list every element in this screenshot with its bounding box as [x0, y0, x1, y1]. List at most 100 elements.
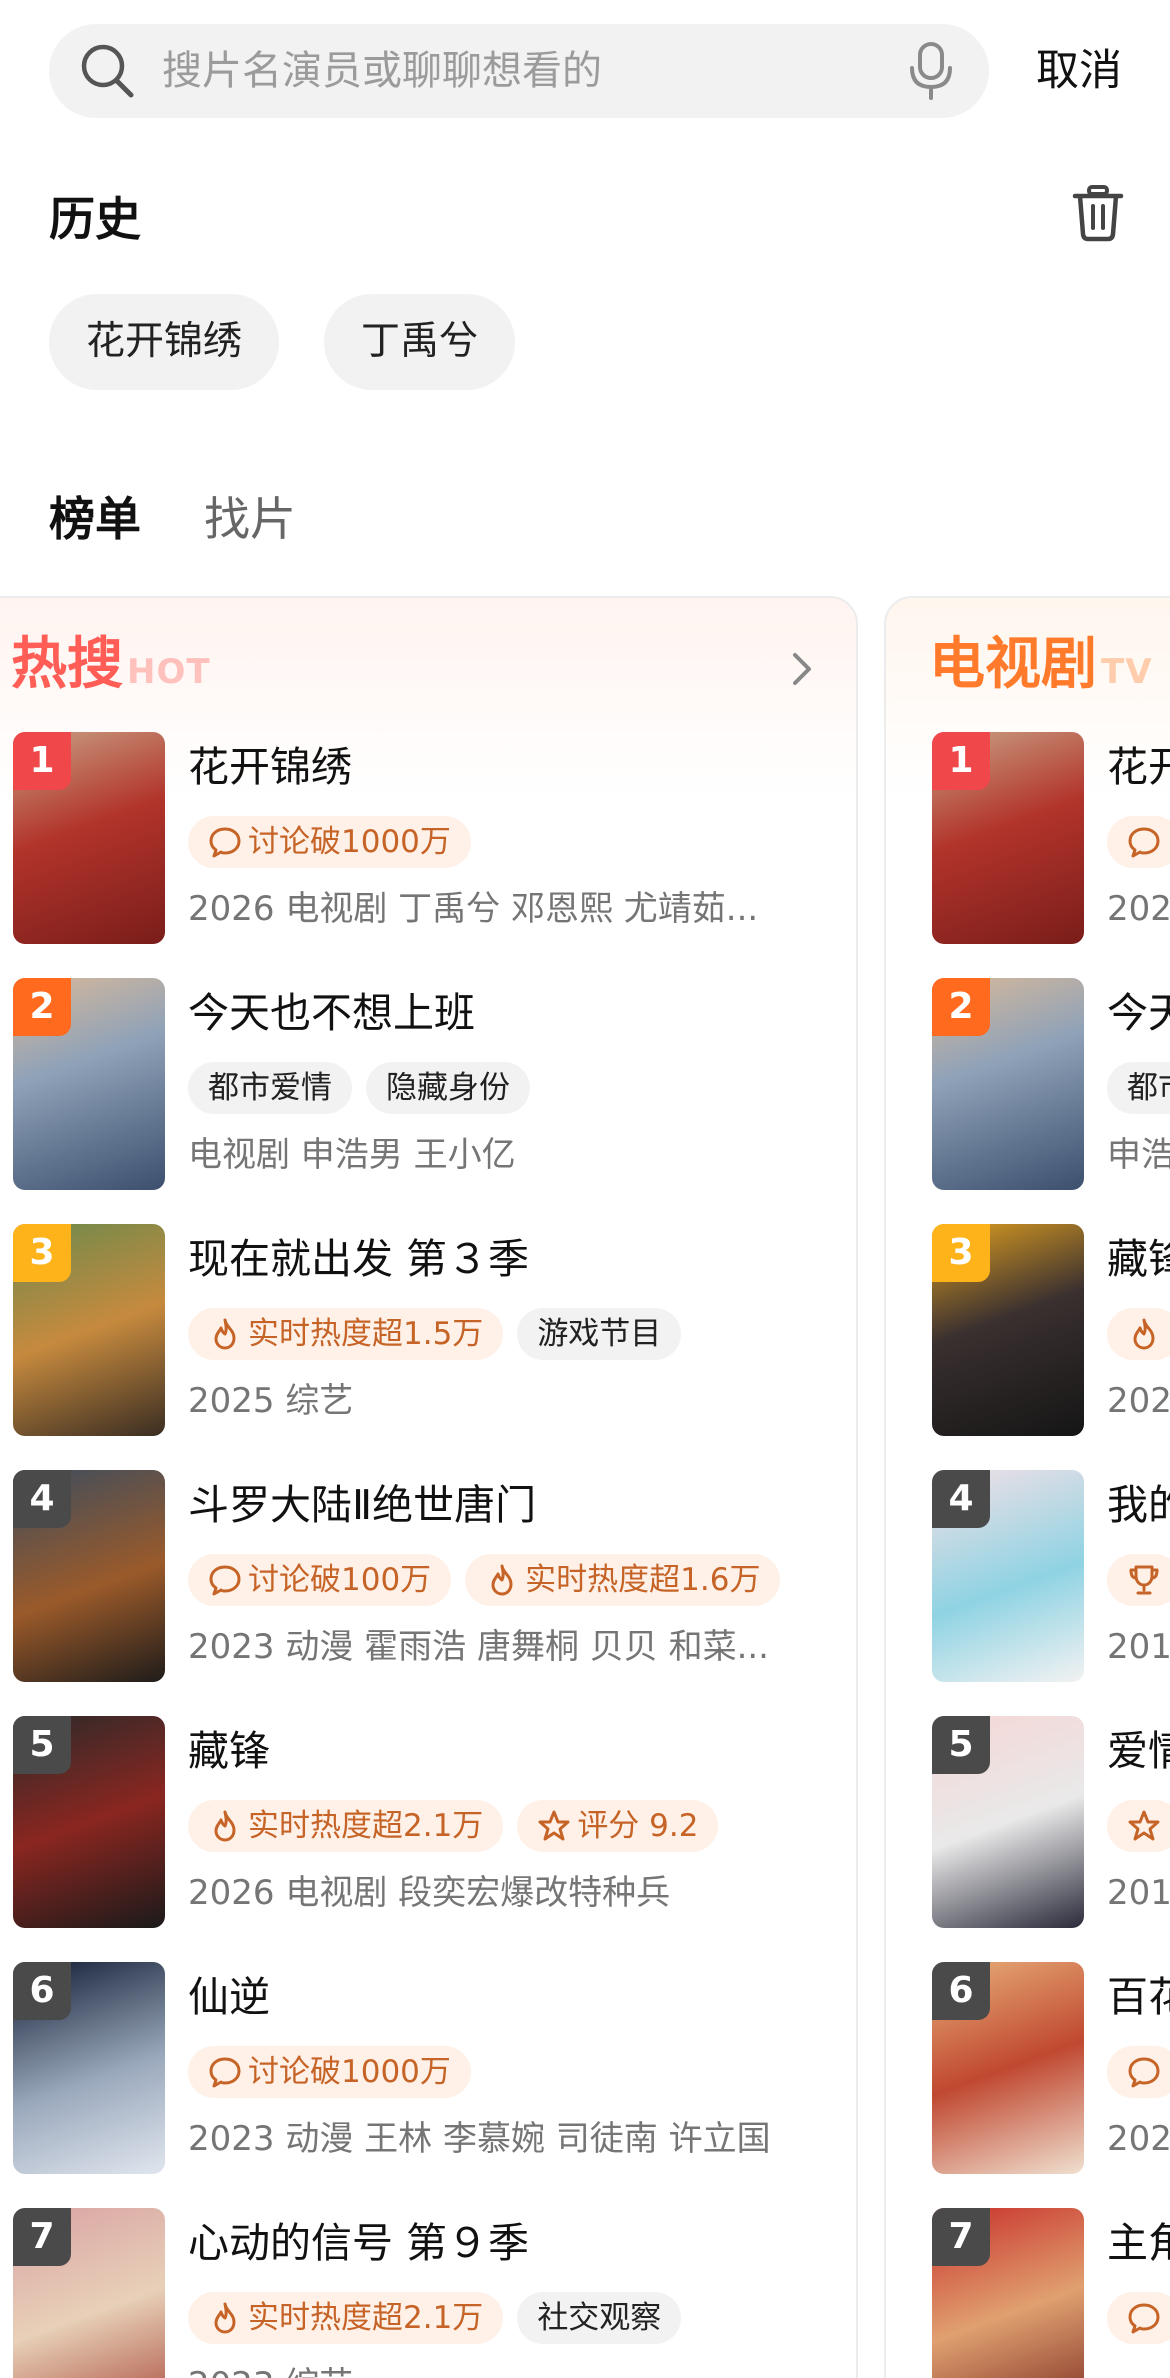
tag-group: 讨论破100万 实时热度超1.6万	[188, 1554, 781, 1606]
tag-text: 都市	[1127, 1070, 1170, 1106]
item-title: 主角	[1107, 2219, 1170, 2267]
tv-list-item[interactable]: 3 藏锋 202	[932, 1224, 1170, 1436]
rank-badge: 3	[13, 1224, 71, 1282]
tv-list-item[interactable]: 7 主角	[932, 2208, 1170, 2378]
tag-group	[1107, 1308, 1170, 1360]
hot-list-item[interactable]: 5 藏锋实时热度超2.1万 评分 9.2 2026 电视剧 段奕宏爆改特种兵	[13, 1716, 833, 1928]
item-title: 藏锋	[188, 1727, 270, 1775]
hot-list-item[interactable]: 6 仙逆 讨论破1000万 2023 动漫 王林 李慕婉 司徒南 许立国	[13, 1962, 833, 2174]
tag	[1107, 1554, 1170, 1606]
star-icon	[538, 1810, 570, 1841]
tag: 社交观察	[517, 2292, 682, 2344]
comment-icon	[209, 827, 241, 858]
poster-image[interactable]: 6	[932, 1962, 1084, 2174]
star-icon	[1128, 1810, 1160, 1841]
tag-group	[1107, 1554, 1170, 1606]
hot-list-item[interactable]: 3 现在就出发 第３季实时热度超1.5万 游戏节目 2025 综艺	[13, 1224, 833, 1436]
tv-list-item[interactable]: 2 今天都市申浩	[932, 978, 1170, 1190]
item-meta: 201	[1107, 1627, 1170, 1667]
poster-image[interactable]: 7	[13, 2208, 165, 2378]
search-input[interactable]: 搜片名演员或聊聊想看的	[162, 24, 602, 118]
hot-list-item[interactable]: 2 今天也不想上班 都市爱情 隐藏身份 电视剧 申浩男 王小亿	[13, 978, 833, 1190]
flame-icon	[491, 1564, 513, 1596]
tab-rankings[interactable]: 榜单	[49, 486, 141, 552]
history-chip[interactable]: 丁禹兮	[324, 294, 516, 390]
flame-icon	[214, 2302, 236, 2334]
tv-list-item[interactable]: 5 爱情 201	[932, 1716, 1170, 1928]
item-title: 今天也不想上班	[188, 989, 475, 1037]
history-chip[interactable]: 花开锦绣	[49, 294, 280, 390]
poster-image[interactable]: 6	[13, 1962, 165, 2174]
comment-icon	[209, 2057, 241, 2088]
hot-search-subtitle: HOT	[127, 652, 211, 692]
tv-list-item[interactable]: 4 我的 201	[932, 1470, 1170, 1682]
tv-drama-card: 电视剧TV 1 花开 202 2 今天都市申浩 3 藏锋 202 4 我的 201 5 爱情 201 6 百花…	[884, 596, 1170, 2378]
poster-image[interactable]: 2	[13, 978, 165, 1190]
tag-group: 实时热度超2.1万 社交观察	[188, 2292, 682, 2344]
item-title: 百花	[1107, 1973, 1170, 2021]
tag: 都市	[1107, 1062, 1170, 1114]
rank-badge: 5	[13, 1716, 71, 1774]
poster-image[interactable]: 3	[13, 1224, 165, 1436]
hot-search-card: 热搜 HOT 1 花开锦绣 讨论破1000万 2026 电视剧 丁禹兮 邓恩熙 尤靖茹.…	[0, 596, 858, 2378]
hot-list-item[interactable]: 7 心动的信号 第９季实时热度超2.1万 社交观察 2023 综艺	[13, 2208, 833, 2378]
comment-icon	[209, 1565, 241, 1596]
tag-text: 实时热度超1.5万	[248, 1316, 484, 1352]
poster-image[interactable]: 1	[13, 732, 165, 944]
item-meta: 电视剧 申浩男 王小亿	[188, 1135, 516, 1175]
tag: 讨论破100万	[188, 1554, 452, 1606]
item-meta: 申浩	[1107, 1135, 1170, 1175]
chevron-right-icon[interactable]	[790, 650, 814, 688]
item-meta: 2023 动漫 王林 李慕婉 司徒南 许立国	[188, 2119, 771, 2159]
item-title: 今天	[1107, 989, 1170, 1037]
poster-image[interactable]: 2	[932, 978, 1084, 1190]
hot-list-item[interactable]: 1 花开锦绣 讨论破1000万 2026 电视剧 丁禹兮 邓恩熙 尤靖茹...	[13, 732, 833, 944]
tag-text: 社交观察	[537, 2300, 662, 2336]
item-meta: 2025 综艺	[188, 1381, 354, 1421]
tag-text: 实时热度超2.1万	[248, 2300, 484, 2336]
item-meta: 2026 电视剧 段奕宏爆改特种兵	[188, 1873, 671, 1913]
trash-icon[interactable]	[1070, 184, 1126, 242]
rank-badge: 2	[932, 978, 990, 1036]
item-meta: 202	[1107, 889, 1170, 929]
cancel-button[interactable]: 取消	[1036, 24, 1122, 118]
poster-image[interactable]: 7	[932, 2208, 1084, 2378]
tv-list-item[interactable]: 1 花开 202	[932, 732, 1170, 944]
poster-image[interactable]: 5	[932, 1716, 1084, 1928]
tag-text: 实时热度超2.1万	[248, 1808, 484, 1844]
item-meta: 201	[1107, 1873, 1170, 1913]
tv-list-item[interactable]: 6 百花 202	[932, 1962, 1170, 2174]
poster-image[interactable]: 3	[932, 1224, 1084, 1436]
tv-drama-subtitle: TV	[1101, 652, 1153, 692]
tag-group: 讨论破1000万	[188, 2046, 471, 2098]
poster-image[interactable]: 5	[13, 1716, 165, 1928]
item-title: 花开	[1107, 743, 1170, 791]
flame-icon	[214, 1810, 236, 1842]
hot-list-item[interactable]: 4 斗罗大陆Ⅱ绝世唐门 讨论破100万 实时热度超1.6万 2023 动漫 霍雨浩 唐舞…	[13, 1470, 833, 1682]
search-bar[interactable]: 搜片名演员或聊聊想看的	[49, 24, 989, 118]
tag-group: 都市	[1107, 1062, 1170, 1114]
rank-badge: 3	[932, 1224, 990, 1282]
tag: 实时热度超1.6万	[465, 1554, 781, 1606]
tag: 游戏节目	[517, 1308, 682, 1360]
poster-image[interactable]: 4	[932, 1470, 1084, 1682]
rank-badge: 7	[932, 2208, 990, 2266]
trophy-icon	[1129, 1565, 1159, 1595]
rank-badge: 6	[932, 1962, 990, 2020]
item-meta: 2023 综艺	[188, 2360, 353, 2378]
tag-text: 实时热度超1.6万	[525, 1562, 761, 1598]
history-title: 历史	[49, 192, 141, 246]
poster-image[interactable]: 1	[932, 732, 1084, 944]
item-meta: 2023 动漫 霍雨浩 唐舞桐 贝贝 和菜...	[188, 1627, 769, 1667]
tag-group	[1107, 1800, 1170, 1852]
tag-text: 隐藏身份	[386, 1070, 510, 1106]
item-title: 现在就出发 第３季	[188, 1235, 530, 1283]
tab-find-shows[interactable]: 找片	[204, 486, 296, 552]
rank-badge: 2	[13, 978, 71, 1036]
tag-group: 讨论破1000万	[188, 816, 471, 868]
microphone-icon[interactable]	[905, 40, 957, 102]
tag-text: 评分 9.2	[577, 1808, 699, 1844]
item-title: 藏锋	[1107, 1235, 1170, 1283]
rank-badge: 4	[932, 1470, 990, 1528]
poster-image[interactable]: 4	[13, 1470, 165, 1682]
